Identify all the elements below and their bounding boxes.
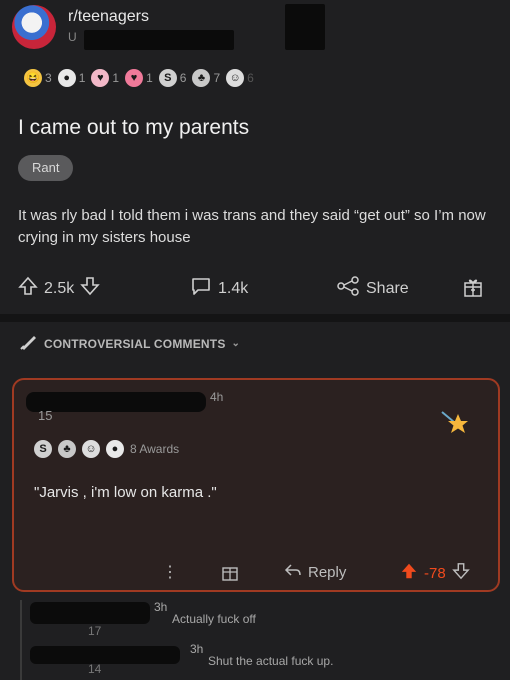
group-icon: ♣ [192,69,211,87]
rocket-icon [20,334,38,353]
reply-time: 3h [190,642,204,656]
comment-awards[interactable]: S ♣ ☺ ● 8 Awards [34,440,179,458]
redacted-author [84,30,234,50]
comment-actions: ⋮ Reply -78 [150,560,500,586]
silver-coin-icon: S [158,69,177,87]
reply-time: 3h [154,600,168,614]
award-rocket[interactable]: ☺ 6 [226,69,254,87]
award-laughing[interactable]: 😆 3 [24,69,52,87]
share-button[interactable]: Share [336,276,409,301]
gold-star-award-icon[interactable] [440,408,470,438]
upvote-icon[interactable] [18,276,38,301]
comment-score-label: 15 [38,408,53,423]
gift-icon [462,276,484,303]
redacted-reply-author [30,646,180,664]
reply-text: Shut the actual fuck up. [208,654,334,668]
redacted-commenter [26,392,206,412]
reply-item[interactable]: 3h Shut the actual fuck up. 14 [0,638,510,678]
comment-text: "Jarvis , i'm low on karma ." [34,484,217,501]
redacted-reply-author [30,602,150,624]
reply-button[interactable]: Reply [284,562,346,582]
heart-shield-icon: ♥ [91,69,110,87]
rocket-face-icon: ☺ [82,440,100,458]
downvote-icon[interactable] [451,562,470,584]
award-heart-shield[interactable]: ♥ 1 [91,69,119,87]
award-group[interactable]: ♣ 7 [192,69,220,87]
downvote-icon[interactable] [80,276,101,301]
subreddit-name[interactable]: r/teenagers [68,8,149,26]
comment-time: 4h [210,390,224,404]
laughing-face-icon: 😆 [24,69,42,87]
comment-gift-icon[interactable] [220,562,240,586]
share-icon [336,276,360,301]
rocket-face-icon: ☺ [226,69,245,87]
upvote-count: 2.5k [44,279,75,297]
reply-item[interactable]: 3h Actually fuck off 17 [0,600,510,638]
award-count: 6 [179,71,187,85]
post-body: It was rly bad I told them i was trans a… [18,207,486,246]
post-title[interactable]: I came out to my parents [18,116,249,140]
reply-arrow-icon [284,562,302,582]
comment-sort-dropdown[interactable]: CONTROVERSIAL COMMENTS ⌄ [20,334,240,353]
post-header: r/teenagers U [0,0,510,60]
redacted-block [285,4,325,50]
comment-vote-score: -78 [424,564,446,582]
comment-bubble-icon [190,276,212,301]
award-count: 1 [112,71,120,85]
silver-coin-icon: S [34,440,52,458]
post-action-bar: 2.5k 1.4k Share [0,270,510,304]
section-divider [0,314,510,322]
subreddit-avatar[interactable] [12,5,56,49]
award-button[interactable] [462,276,484,303]
snoo-icon: ● [57,69,76,87]
reply-count: 14 [88,662,102,676]
award-count: 1 [146,71,153,85]
reply-count: 17 [88,624,102,638]
share-label: Share [366,279,409,297]
vote-group: 2.5k [18,276,101,301]
sort-label: CONTROVERSIAL COMMENTS [44,336,226,351]
reply-label: Reply [308,563,347,581]
heart-eyes-icon: ♥ [125,69,144,87]
comment-vote-group: -78 [400,562,470,584]
award-silver[interactable]: S 6 [158,69,187,87]
more-options-icon[interactable]: ⋮ [162,562,178,582]
upvote-filled-icon[interactable] [400,562,418,584]
post-flair[interactable]: Rant [18,155,74,181]
award-heart-eyes[interactable]: ♥ 1 [125,69,153,87]
award-count: 1 [78,71,86,85]
reply-text: Actually fuck off [172,612,256,626]
awards-count-label: 8 Awards [130,442,180,456]
comments-button[interactable]: 1.4k [190,276,248,301]
award-snoo[interactable]: ● 1 [57,69,86,87]
author-initial: U [68,30,77,44]
award-count: 3 [45,71,52,85]
comments-count: 1.4k [218,279,249,297]
snoo-icon: ● [106,440,124,458]
group-icon: ♣ [58,440,76,458]
post-awards: 😆 3 ● 1 ♥ 1 ♥ 1 S 6 ♣ 7 ☺ 6 [24,66,254,90]
chevron-down-icon: ⌄ [231,338,241,349]
award-count: 6 [247,71,254,85]
award-count: 7 [213,71,221,85]
